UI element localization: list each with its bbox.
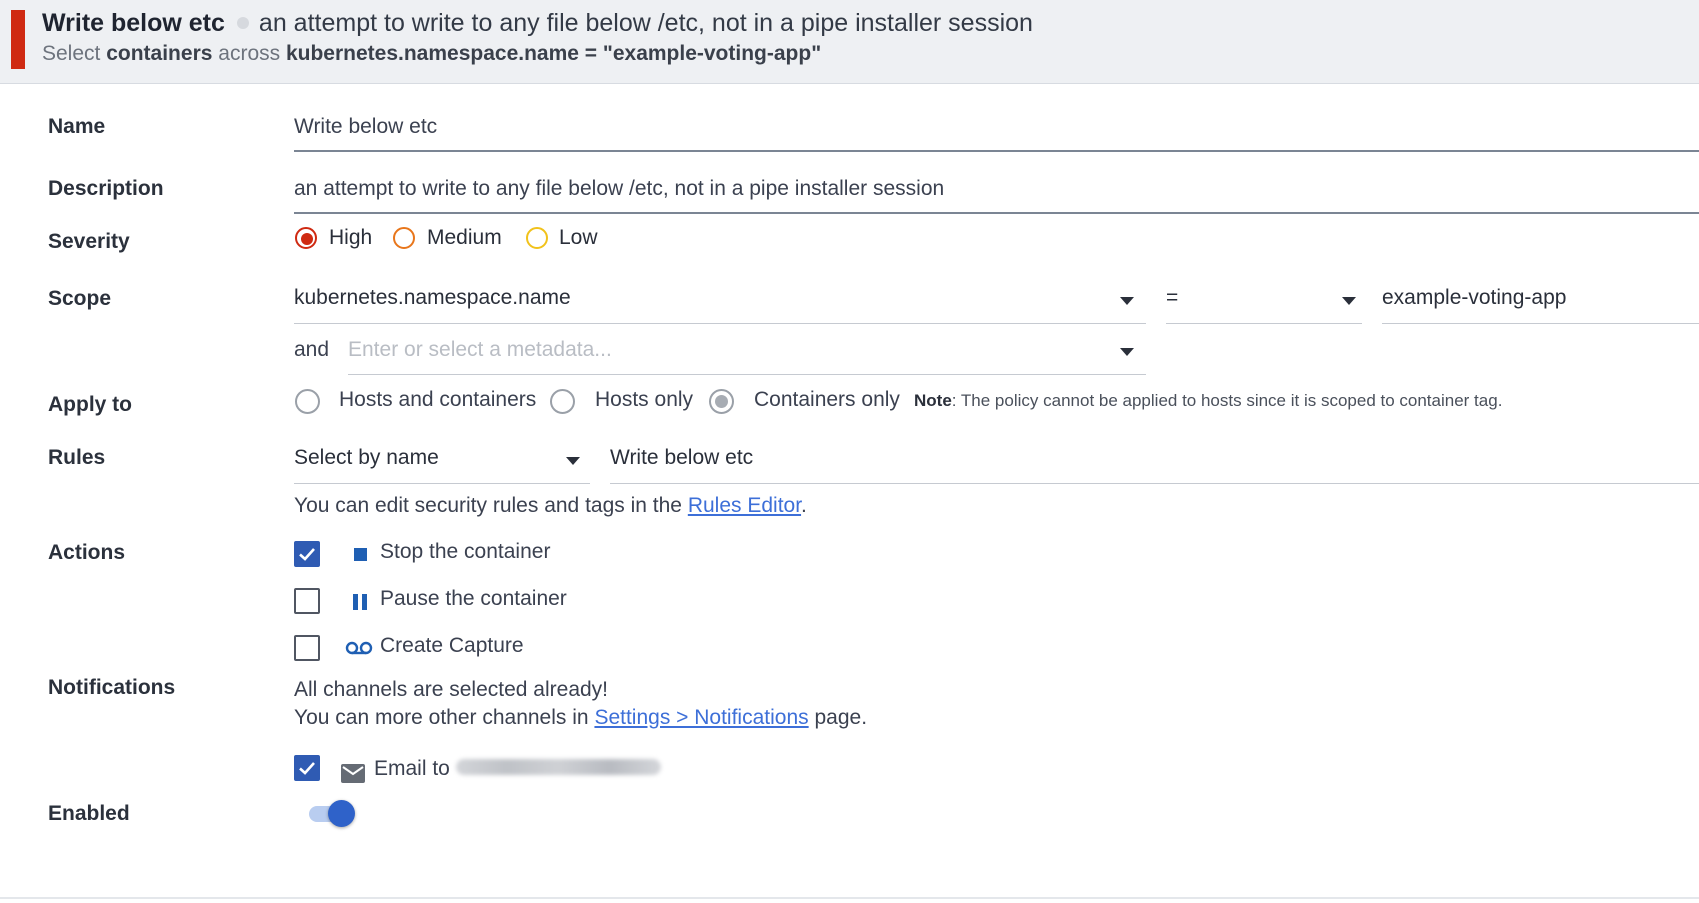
policy-header: Write below etc an attempt to write to an… [0, 0, 1699, 84]
subtitle-scope: kubernetes.namespace.name = "example-vot… [285, 42, 822, 65]
chevron-down-icon[interactable] [566, 457, 580, 465]
severity-medium-radio[interactable] [393, 227, 415, 249]
enabled-toggle[interactable] [328, 800, 355, 827]
header-subtitle: Select containers across kubernetes.name… [42, 42, 821, 66]
subtitle-select: Select [42, 42, 101, 65]
name-input-underline [294, 150, 1699, 152]
pause-icon [353, 594, 369, 610]
chevron-down-icon[interactable] [1120, 297, 1134, 305]
scope-operator-select[interactable]: = [1166, 286, 1178, 310]
apply-hosts-containers-radio[interactable] [295, 389, 320, 414]
severity-low-label[interactable]: Low [559, 226, 598, 250]
stop-container-checkbox[interactable] [294, 541, 320, 567]
rules-selector-select[interactable]: Select by name [294, 446, 439, 470]
apply-hosts-only-label[interactable]: Hosts only [595, 388, 693, 412]
scope-and-label: and [294, 338, 330, 361]
name-label: Name [48, 115, 106, 138]
scope-label: Scope [48, 287, 112, 310]
apply-note: Note: The policy cannot be applied to ho… [914, 391, 1502, 411]
create-capture-checkbox[interactable] [294, 635, 320, 661]
apply-hosts-only-radio[interactable] [550, 389, 575, 414]
metadata-select[interactable]: Enter or select a metadata... [348, 338, 612, 362]
notifications-info-line1: All channels are selected already! [294, 678, 609, 701]
stop-container-label[interactable]: Stop the container [380, 540, 550, 564]
bottom-divider [0, 897, 1699, 899]
stop-icon [354, 548, 367, 561]
note-label: Note [914, 391, 952, 410]
apply-hosts-containers-label[interactable]: Hosts and containers [339, 388, 536, 412]
rules-value-underline [610, 483, 1699, 484]
scope-value-input[interactable]: example-voting-app [1382, 286, 1566, 310]
description-input-underline [294, 212, 1699, 214]
email-to-label: Email to [374, 757, 661, 781]
settings-notifications-link[interactable]: Settings > Notifications [594, 706, 808, 729]
redacted-email [455, 759, 661, 776]
header-title-line: Write below etc an attempt to write to an… [42, 9, 1033, 38]
severity-low-radio[interactable] [526, 227, 548, 249]
rules-editor-link[interactable]: Rules Editor [688, 494, 801, 517]
chevron-down-icon[interactable] [1120, 348, 1134, 356]
scope-key-select[interactable]: kubernetes.namespace.name [294, 286, 571, 310]
apply-containers-only-radio[interactable] [709, 389, 734, 414]
note-text: : The policy cannot be applied to hosts … [951, 391, 1503, 410]
notifications-label: Notifications [48, 676, 176, 699]
actions-label: Actions [48, 541, 126, 564]
scope-key-underline [294, 323, 1146, 324]
description-label: Description [48, 177, 164, 200]
mail-icon [341, 764, 365, 783]
severity-medium-label[interactable]: Medium [427, 226, 502, 250]
chevron-down-icon[interactable] [1342, 297, 1356, 305]
create-capture-label[interactable]: Create Capture [380, 634, 524, 658]
scope-operator-underline [1166, 323, 1362, 324]
subtitle-containers: containers [106, 42, 213, 65]
description-input[interactable]: an attempt to write to any file below /e… [294, 177, 944, 201]
severity-bar [11, 10, 25, 69]
header-title: Write below etc [42, 9, 225, 37]
severity-label: Severity [48, 230, 130, 253]
email-notification-checkbox[interactable] [294, 755, 320, 781]
rules-value-input[interactable]: Write below etc [610, 446, 753, 470]
severity-high-radio[interactable] [295, 227, 317, 249]
subtitle-across: across [218, 42, 281, 65]
separator-dot-icon [236, 17, 249, 30]
rules-label: Rules [48, 446, 106, 469]
notifications-info-line2: You can more other channels in Settings … [294, 706, 868, 729]
rules-selector-underline [294, 483, 590, 484]
capture-icon [345, 641, 373, 655]
scope-value-underline [1382, 323, 1699, 324]
enabled-label: Enabled [48, 802, 130, 825]
header-description: an attempt to write to any file below /e… [258, 9, 1033, 37]
metadata-select-underline [348, 374, 1146, 375]
name-input[interactable]: Write below etc [294, 115, 437, 139]
apply-to-label: Apply to [48, 393, 132, 416]
apply-containers-only-label[interactable]: Containers only [754, 388, 900, 412]
rules-help-text: You can edit security rules and tags in … [294, 494, 807, 517]
severity-high-label[interactable]: High [329, 226, 372, 250]
pause-container-checkbox[interactable] [294, 588, 320, 614]
pause-container-label[interactable]: Pause the container [380, 587, 567, 611]
